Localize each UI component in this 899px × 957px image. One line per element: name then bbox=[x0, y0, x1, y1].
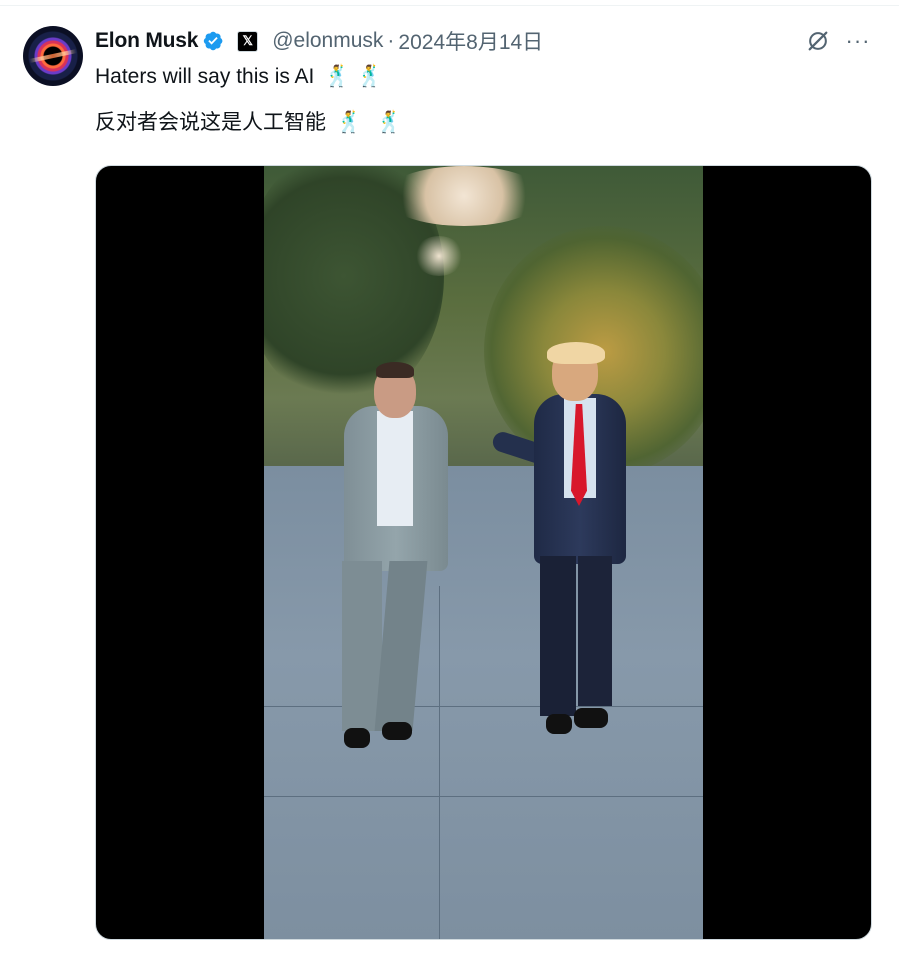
person-right-shoe bbox=[546, 714, 572, 734]
video-player[interactable] bbox=[95, 165, 872, 940]
person-right-hair bbox=[547, 342, 605, 364]
dancer-emoji-1: 🕺 bbox=[324, 64, 351, 88]
sky-highlight-small bbox=[414, 236, 464, 276]
avatar[interactable] bbox=[23, 26, 83, 86]
sky-highlight bbox=[384, 166, 544, 226]
person-left-shirt bbox=[377, 411, 413, 526]
dancer-emoji-3: 🕺 bbox=[336, 110, 363, 134]
tweet-header: Elon Musk 𝕏 @elonmusk · 2024年8月14日 bbox=[95, 26, 543, 56]
road-crack bbox=[439, 586, 440, 939]
top-divider bbox=[0, 5, 899, 6]
road-crack bbox=[264, 706, 703, 707]
road-crack bbox=[264, 796, 703, 797]
person-right-shoe bbox=[574, 708, 608, 728]
tweet-text-line-zh: 反对者会说这是人工智能 🕺 🕺 bbox=[95, 106, 402, 136]
tweet-text-zh: 反对者会说这是人工智能 bbox=[95, 111, 326, 134]
person-left-shoe bbox=[344, 728, 370, 748]
person-right-leg bbox=[578, 556, 612, 706]
dancer-emoji-2: 🕺 bbox=[356, 64, 383, 88]
street bbox=[264, 466, 703, 939]
video-frame[interactable] bbox=[264, 166, 703, 939]
grok-icon[interactable] bbox=[805, 28, 831, 54]
person-right-leg bbox=[540, 556, 576, 716]
author-handle[interactable]: @elonmusk bbox=[272, 29, 383, 53]
tweet-text-en: Haters will say this is AI bbox=[95, 65, 315, 88]
more-icon[interactable]: ··· bbox=[845, 28, 871, 54]
separator-dot: · bbox=[387, 29, 395, 52]
person-left-hair bbox=[376, 362, 414, 378]
verified-badge-icon[interactable] bbox=[202, 30, 224, 52]
tweet-date[interactable]: 2024年8月14日 bbox=[398, 26, 543, 56]
person-left-shoe bbox=[382, 722, 412, 740]
x-affiliate-icon[interactable]: 𝕏 bbox=[237, 30, 259, 52]
dancer-emoji-4: 🕺 bbox=[376, 110, 403, 134]
tweet-text-line-en: Haters will say this is AI 🕺 🕺 bbox=[95, 64, 383, 89]
author-name[interactable]: Elon Musk bbox=[95, 29, 198, 53]
